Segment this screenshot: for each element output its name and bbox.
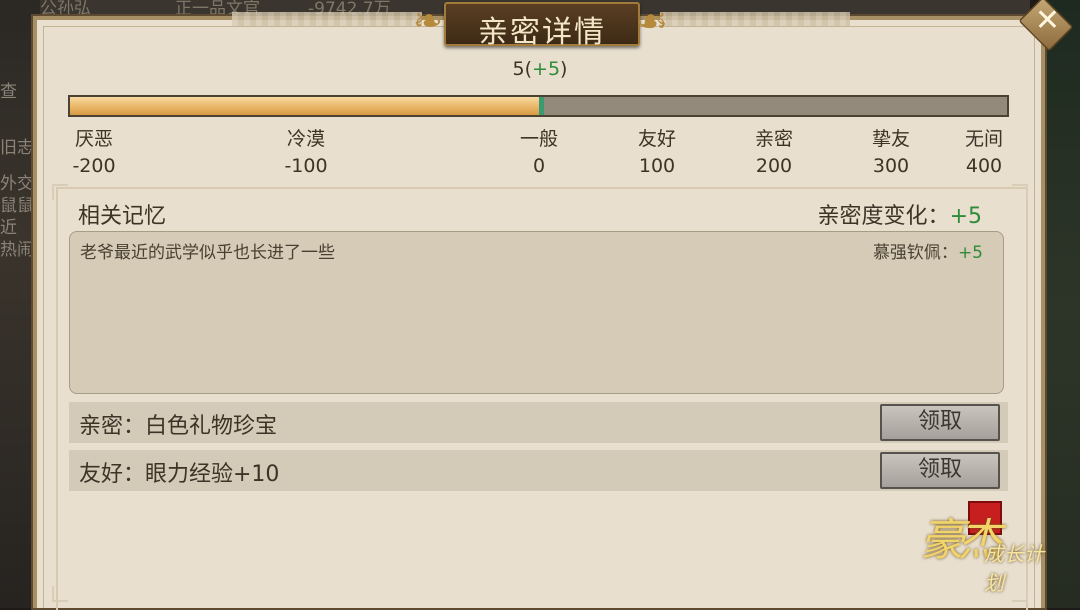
intimacy-score: 5(+5) <box>512 58 568 80</box>
title-banner: ❧ 亲密详情 ☙ <box>413 0 668 50</box>
level-value: 200 <box>755 155 793 177</box>
intimacy-change: 亲密度变化：+5 <box>818 198 982 230</box>
level-item: 厌恶 -200 <box>54 126 134 180</box>
level-value: -200 <box>72 155 116 177</box>
bg-left-text: 查 <box>0 82 17 102</box>
corner-ornament <box>52 184 68 200</box>
score-delta: +5 <box>532 58 561 80</box>
reward-row: 亲密：白色礼物珍宝 领取 <box>69 402 1008 443</box>
level-name: 厌恶 <box>74 128 113 150</box>
dragon-left-icon: ❧ <box>412 1 444 42</box>
claim-button[interactable]: 领取 <box>880 404 1000 441</box>
level-item: 友好 100 <box>617 126 697 180</box>
memory-entry-text: 老爷最近的武学似乎也长进了一些 <box>80 243 335 263</box>
intimacy-progress-bar <box>68 95 1009 117</box>
memory-entry-effect: 慕强钦佩：+5 <box>873 238 983 263</box>
memory-entry-value: +5 <box>957 243 983 263</box>
level-name: 一般 <box>519 128 558 150</box>
intimacy-change-value: +5 <box>949 204 982 229</box>
reward-row: 友好：眼力经验+10 领取 <box>69 450 1008 491</box>
level-value: 0 <box>532 155 546 177</box>
bg-left-text: 热闹 <box>0 240 34 260</box>
bg-left-text: 鼠鼠 <box>0 196 34 216</box>
memory-list[interactable]: 老爷最近的武学似乎也长进了一些 慕强钦佩：+5 <box>69 231 1004 394</box>
level-value: 400 <box>965 155 1003 177</box>
level-scale: 厌恶 -200 冷漠 -100 一般 0 友好 100 亲密 200 挚友 30… <box>0 126 1080 182</box>
decor-meander-left <box>232 12 422 26</box>
level-name: 亲密 <box>754 128 793 150</box>
claim-button[interactable]: 领取 <box>880 452 1000 489</box>
dragon-right-icon: ☙ <box>635 1 669 42</box>
level-name: 挚友 <box>871 128 910 150</box>
level-value: 300 <box>872 155 910 177</box>
level-item: 一般 0 <box>499 126 579 180</box>
level-item: 无间 400 <box>944 126 1024 180</box>
game-logo: 豪杰 成长计划 <box>920 498 1060 595</box>
level-item: 挚友 300 <box>851 126 931 180</box>
score-value: 5 <box>512 58 525 80</box>
corner-ornament <box>1012 184 1028 200</box>
level-item: 亲密 200 <box>734 126 814 180</box>
level-name: 友好 <box>637 128 676 150</box>
title-plate: 亲密详情 <box>444 2 640 50</box>
close-icon[interactable]: ✕ <box>1035 6 1060 36</box>
progress-fill <box>70 97 539 115</box>
reward-label: 亲密：白色礼物珍宝 <box>79 414 278 439</box>
decor-meander-right <box>660 12 850 26</box>
level-name: 冷漠 <box>286 128 325 150</box>
level-name: 无间 <box>964 128 1003 150</box>
intimacy-change-label: 亲密度变化： <box>817 204 950 229</box>
reward-label: 友好：眼力经验+10 <box>79 462 280 487</box>
level-value: -100 <box>284 155 328 177</box>
progress-marker <box>538 97 544 115</box>
level-item: 冷漠 -100 <box>266 126 346 180</box>
logo-sub-text: 成长计划 <box>984 542 1044 595</box>
memory-section-title: 相关记忆 <box>78 204 167 229</box>
memory-entry-source: 慕强钦佩： <box>872 243 958 263</box>
corner-ornament <box>52 586 68 602</box>
page-title: 亲密详情 <box>478 15 606 50</box>
level-value: 100 <box>638 155 676 177</box>
bg-left-text: 近 <box>0 218 17 238</box>
